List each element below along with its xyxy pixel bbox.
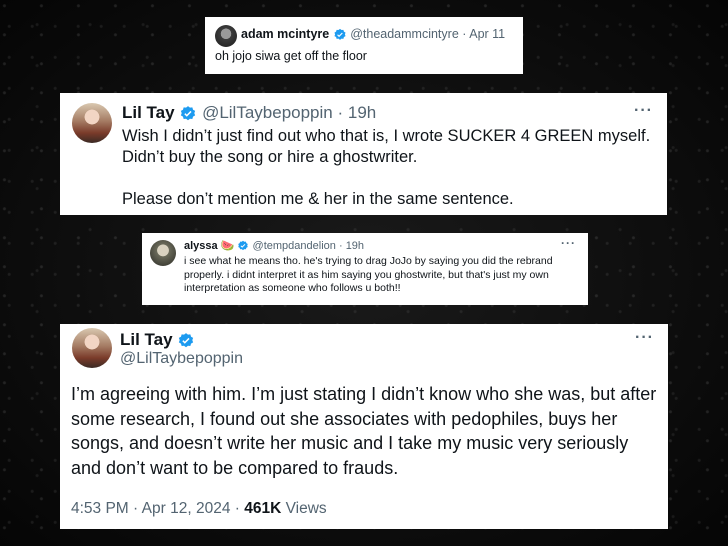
tweet-text: Wish I didn’t just find out who that is,… xyxy=(122,126,650,210)
display-name[interactable]: adam mcintyre xyxy=(241,27,329,41)
tweet-card-liltay-1[interactable]: Lil Tay @LilTaybepoppin · 19h ··· Wish I… xyxy=(60,93,667,215)
more-options-button[interactable]: ··· xyxy=(561,236,576,250)
tweet-text: I’m agreeing with him. I’m just stating … xyxy=(71,384,657,478)
date[interactable]: Apr 12, 2024 xyxy=(142,500,231,517)
tweet-text: i see what he means tho. he's trying to … xyxy=(184,255,553,294)
display-name[interactable]: Lil Tay xyxy=(120,330,173,349)
tweet-header: alyssa 🍉 @tempdandelion · 19h xyxy=(184,239,364,252)
handle[interactable]: @theadammcintyre xyxy=(350,27,459,41)
avatar[interactable] xyxy=(72,328,112,368)
display-name[interactable]: Lil Tay xyxy=(122,103,175,122)
verified-badge-icon xyxy=(334,28,346,40)
avatar[interactable] xyxy=(72,103,112,143)
separator: · xyxy=(234,500,240,517)
tweet-header: Lil Tay xyxy=(120,330,195,350)
tweet-card-liltay-2[interactable]: Lil Tay @LilTaybepoppin ··· I’m agreeing… xyxy=(60,324,668,529)
display-name[interactable]: alyssa xyxy=(184,240,218,252)
separator: · xyxy=(462,27,467,41)
tweet-text: oh jojo siwa get off the floor xyxy=(215,49,367,63)
timestamp[interactable]: 19h xyxy=(346,240,364,252)
watermelon-emoji-icon: 🍉 xyxy=(220,240,235,252)
views-count: 461K xyxy=(244,500,282,517)
more-options-button[interactable]: ··· xyxy=(634,102,653,120)
tweet-card-alyssa[interactable]: alyssa 🍉 @tempdandelion · 19h ··· i see … xyxy=(142,233,588,305)
views-label: Views xyxy=(285,500,327,517)
tweet-text-line: Please don’t mention me & her in the sam… xyxy=(122,190,514,208)
tweet-header: adam mcintyre @theadammcintyre · Apr 11 xyxy=(241,27,505,42)
timestamp[interactable]: 4:53 PM xyxy=(71,500,129,517)
separator: · xyxy=(338,240,343,252)
more-options-button[interactable]: ··· xyxy=(635,329,654,347)
timestamp[interactable]: 19h xyxy=(348,103,376,122)
tweet-header: Lil Tay @LilTaybepoppin · 19h xyxy=(122,103,376,123)
handle[interactable]: @LilTaybepoppin xyxy=(202,103,333,122)
verified-badge-icon xyxy=(181,105,196,120)
handle[interactable]: @tempdandelion xyxy=(253,240,336,252)
handle[interactable]: @LilTaybepoppin xyxy=(120,350,243,368)
separator: · xyxy=(337,103,344,122)
verified-badge-icon xyxy=(238,240,249,251)
tweet-text-line: Wish I didn’t just find out who that is,… xyxy=(122,127,651,145)
verified-badge-icon xyxy=(179,332,194,347)
avatar[interactable] xyxy=(215,25,237,47)
timestamp[interactable]: Apr 11 xyxy=(469,27,505,41)
tweet-card-adam[interactable]: adam mcintyre @theadammcintyre · Apr 11 … xyxy=(205,17,523,74)
separator: · xyxy=(133,500,139,517)
tweet-footer: 4:53 PM · Apr 12, 2024 · 461K Views xyxy=(71,500,327,518)
tweet-text-line: Didn’t buy the song or hire a ghostwrite… xyxy=(122,148,418,166)
avatar[interactable] xyxy=(150,240,176,266)
